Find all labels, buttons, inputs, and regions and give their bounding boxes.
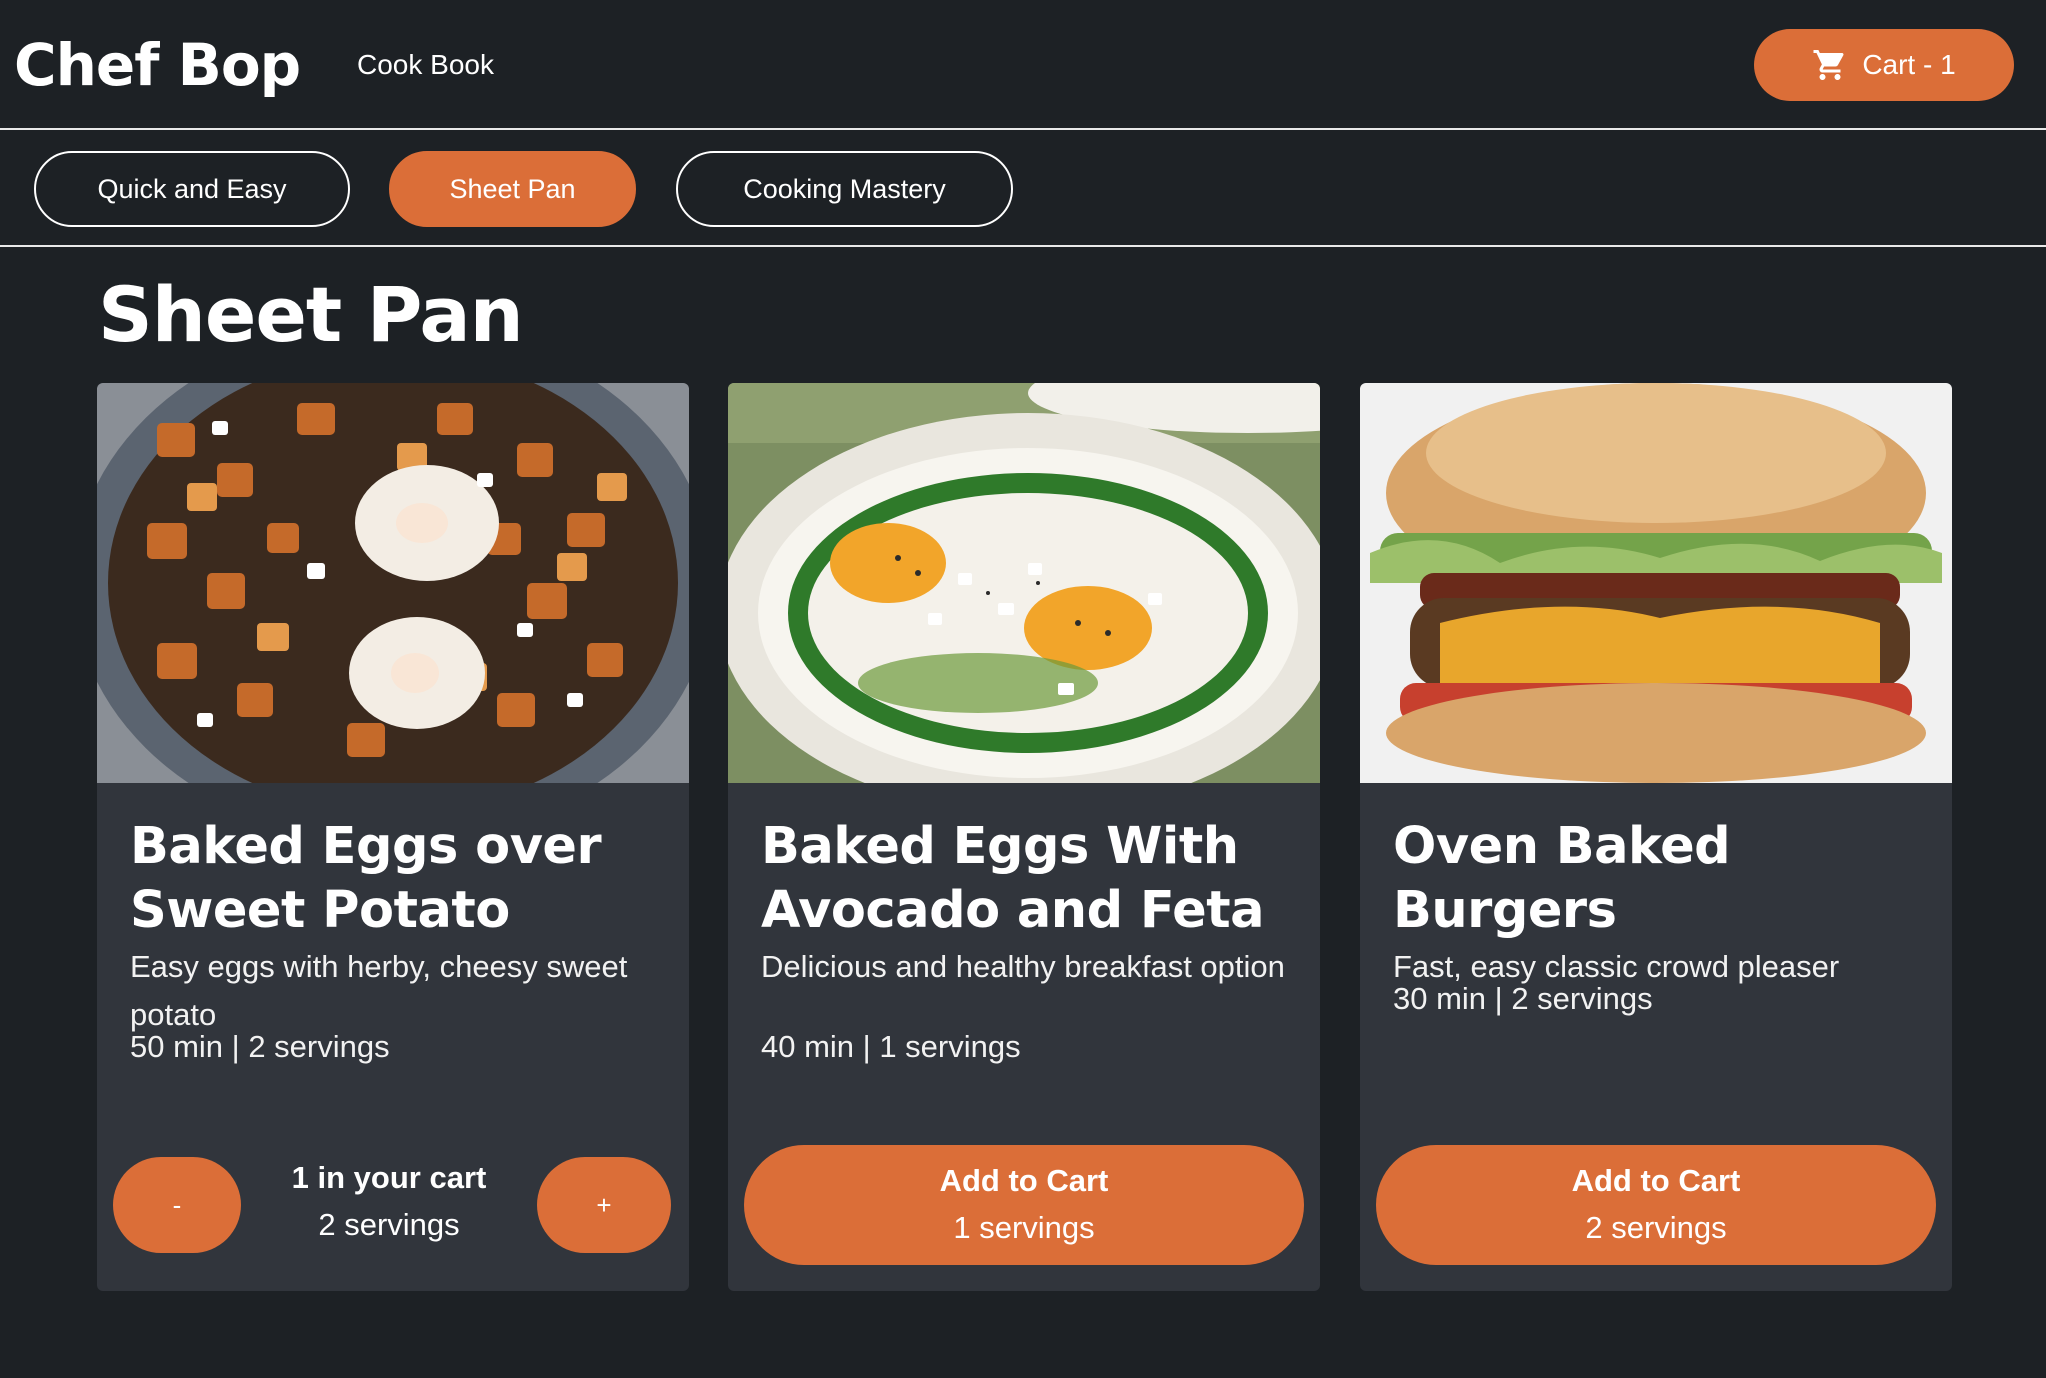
cart-label: Cart - 1 (1862, 49, 1956, 80)
cart-count-label: 1 in your cart (291, 1160, 487, 1195)
tab-cooking-mastery[interactable]: Cooking Mastery (676, 151, 1013, 227)
page-title: Sheet Pan (98, 270, 524, 359)
category-tabs: Quick and Easy Sheet Pan Cooking Mastery (0, 131, 2046, 247)
recipe-card: Baked Eggs over Sweet Potato Easy eggs w… (97, 383, 689, 1291)
recipe-title[interactable]: Baked Eggs over Sweet Potato (130, 815, 670, 943)
recipe-title[interactable]: Baked Eggs With Avocado and Feta (761, 815, 1301, 943)
recipe-image-sweet-potato-eggs[interactable] (97, 383, 689, 783)
tab-sheet-pan[interactable]: Sheet Pan (389, 151, 636, 227)
add-to-cart-label: Add to Cart (1571, 1163, 1741, 1198)
cart-quantity-info: 1 in your cart 2 servings (247, 1155, 531, 1249)
recipe-meta: 30 min | 2 servings (1393, 981, 1653, 1016)
servings-label: 2 servings (1585, 1210, 1727, 1245)
servings-label: 2 servings (318, 1207, 460, 1242)
recipe-meta: 40 min | 1 servings (761, 1029, 1021, 1064)
cart-button[interactable]: Cart - 1 (1754, 29, 2014, 101)
recipe-title[interactable]: Oven Baked Burgers (1393, 815, 1933, 943)
servings-label: 1 servings (953, 1210, 1095, 1245)
increase-quantity-button[interactable]: + (537, 1157, 671, 1253)
recipe-description: Delicious and healthy breakfast option (761, 949, 1285, 984)
add-to-cart-label: Add to Cart (939, 1163, 1109, 1198)
add-to-cart-button[interactable]: Add to Cart 2 servings (1376, 1145, 1936, 1265)
app-root: Chef Bop Cook Book Cart - 1 Quick and Ea… (0, 0, 2046, 1378)
tab-quick-and-easy[interactable]: Quick and Easy (34, 151, 350, 227)
nav-link-cook-book[interactable]: Cook Book (357, 46, 494, 84)
recipe-meta: 50 min | 2 servings (130, 1029, 390, 1064)
add-to-cart-button[interactable]: Add to Cart 1 servings (744, 1145, 1304, 1265)
top-navbar: Chef Bop Cook Book Cart - 1 (0, 0, 2046, 130)
recipe-card: Baked Eggs With Avocado and Feta Delicio… (728, 383, 1320, 1291)
shopping-cart-icon (1813, 50, 1844, 80)
brand-logo[interactable]: Chef Bop (14, 28, 301, 102)
recipe-image-avocado-feta-eggs[interactable] (728, 383, 1320, 783)
decrease-quantity-button[interactable]: - (113, 1157, 241, 1253)
recipe-card: Oven Baked Burgers Fast, easy classic cr… (1360, 383, 1952, 1291)
recipe-image-oven-burgers[interactable] (1360, 383, 1952, 783)
